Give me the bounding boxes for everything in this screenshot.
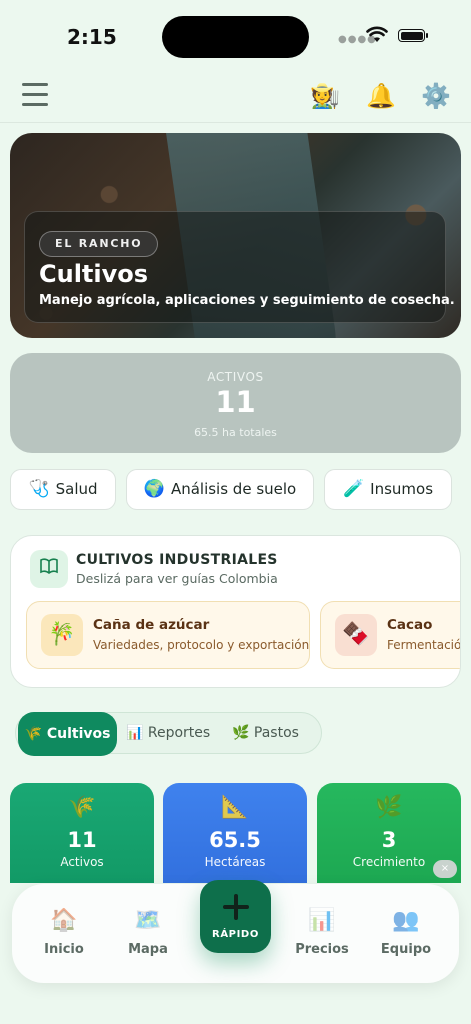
nav-label: Precios — [295, 942, 349, 957]
gear-icon[interactable]: ⚙️ — [421, 82, 451, 110]
stat-label: Hectáreas — [204, 855, 266, 869]
dynamic-island — [162, 16, 309, 58]
house-icon: 🏠 — [50, 908, 78, 933]
bar-chart-icon: 📊 — [308, 908, 336, 933]
fab-label: RÁPIDO — [212, 929, 259, 940]
status-bar: 2:15 ●●●● — [0, 0, 471, 72]
page-title: Cultivos — [39, 260, 149, 288]
status-time: 2:15 — [67, 25, 117, 49]
tab-pastos[interactable]: 🌿 Pastos — [232, 713, 299, 753]
hero-banner: EL RANCHO Cultivos Manejo agrícola, apli… — [10, 133, 461, 338]
salud-label: Salud — [55, 480, 98, 498]
book-icon — [30, 550, 68, 588]
quick-add-button[interactable]: RÁPIDO — [200, 880, 271, 953]
insumos-button[interactable]: 🧪 Insumos — [324, 469, 452, 510]
test-tube-icon: 🧪 — [342, 479, 365, 499]
industrial-crops-card: CULTIVOS INDUSTRIALES Deslizá para ver g… — [10, 535, 461, 688]
industrial-subtitle: Deslizá para ver guías Colombia — [76, 571, 278, 586]
guide-subtitle: Fermentación — [387, 638, 460, 652]
close-icon[interactable]: × — [433, 860, 457, 878]
nav-inicio[interactable]: 🏠 Inicio — [29, 908, 99, 957]
page-subtitle: Manejo agrícola, aplicaciones y seguimie… — [39, 293, 455, 308]
globe-icon: 🌍 — [143, 479, 165, 499]
bell-icon[interactable]: 🔔 — [366, 82, 396, 110]
top-bar: 🧑‍🌾 🔔 ⚙️ — [0, 72, 471, 123]
salud-button[interactable]: 🩺 Salud — [10, 469, 116, 510]
stat-label: Activos — [60, 855, 104, 869]
menu-icon[interactable] — [22, 83, 48, 107]
wheat-icon: 🌾 — [68, 795, 96, 820]
tab-label: Reportes — [147, 725, 211, 741]
summary-sub: 65.5 ha totales — [194, 426, 277, 439]
summary-label: ACTIVOS — [207, 370, 264, 384]
stat-value: 11 — [67, 828, 97, 852]
stat-tile-hectareas[interactable]: 📐 65.5 Hectáreas — [163, 783, 307, 883]
nav-precios[interactable]: 📊 Precios — [287, 908, 357, 957]
tab-reportes[interactable]: 📊 Reportes — [126, 713, 210, 753]
nav-mapa[interactable]: 🗺️ Mapa — [113, 908, 183, 957]
map-icon: 🗺️ — [134, 908, 162, 933]
nav-label: Inicio — [44, 942, 84, 957]
nav-label: Equipo — [380, 942, 432, 957]
stat-tile-activos[interactable]: 🌾 11 Activos — [10, 783, 154, 883]
soil-analysis-label: Análisis de suelo — [170, 480, 297, 498]
stat-value: 3 — [381, 828, 397, 852]
plus-icon — [222, 894, 249, 920]
herb-icon: 🌿 — [375, 795, 403, 820]
sugarcane-icon: 🎋 — [41, 614, 83, 656]
industrial-title: CULTIVOS INDUSTRIALES — [76, 552, 278, 568]
soil-analysis-button[interactable]: 🌍 Análisis de suelo — [126, 469, 314, 510]
tab-cultivos[interactable]: 🌾 Cultivos — [18, 712, 117, 756]
stat-value: 65.5 — [209, 828, 261, 852]
hero-card: EL RANCHO Cultivos Manejo agrícola, apli… — [24, 211, 455, 323]
ruler-icon: 📐 — [221, 795, 249, 820]
battery-icon — [398, 29, 428, 42]
nav-label: Mapa — [128, 942, 168, 957]
guide-title: Caña de azúcar — [93, 617, 210, 633]
chocolate-icon: 🍫 — [335, 614, 377, 656]
tab-label: Pastos — [253, 725, 299, 741]
guide-subtitle: Variedades, protocolo y exportación — [93, 638, 310, 652]
guide-title: Cacao — [387, 617, 433, 633]
wheat-icon: 🌾 — [24, 726, 42, 742]
guide-card-cacao[interactable]: 🍫 Cacao Fermentación — [320, 601, 460, 669]
nav-equipo[interactable]: 👥 Equipo — [371, 908, 441, 957]
people-icon: 👥 — [392, 908, 420, 933]
stethoscope-icon: 🩺 — [28, 479, 50, 499]
hero-badge: EL RANCHO — [39, 231, 159, 257]
guide-card-sugarcane[interactable]: 🎋 Caña de azúcar Variedades, protocolo y… — [26, 601, 310, 669]
active-summary-card[interactable]: ACTIVOS 11 65.5 ha totales — [10, 353, 461, 453]
summary-value: 11 — [215, 385, 256, 419]
bar-chart-icon: 📊 — [126, 725, 144, 741]
herb-icon: 🌿 — [232, 725, 250, 741]
wifi-icon — [366, 26, 388, 42]
section-tabs: 🌾 Cultivos 📊 Reportes 🌿 Pastos — [15, 712, 322, 756]
tab-label: Cultivos — [46, 726, 111, 742]
insumos-label: Insumos — [370, 480, 434, 498]
farmer-icon[interactable]: 🧑‍🌾 — [310, 82, 340, 110]
